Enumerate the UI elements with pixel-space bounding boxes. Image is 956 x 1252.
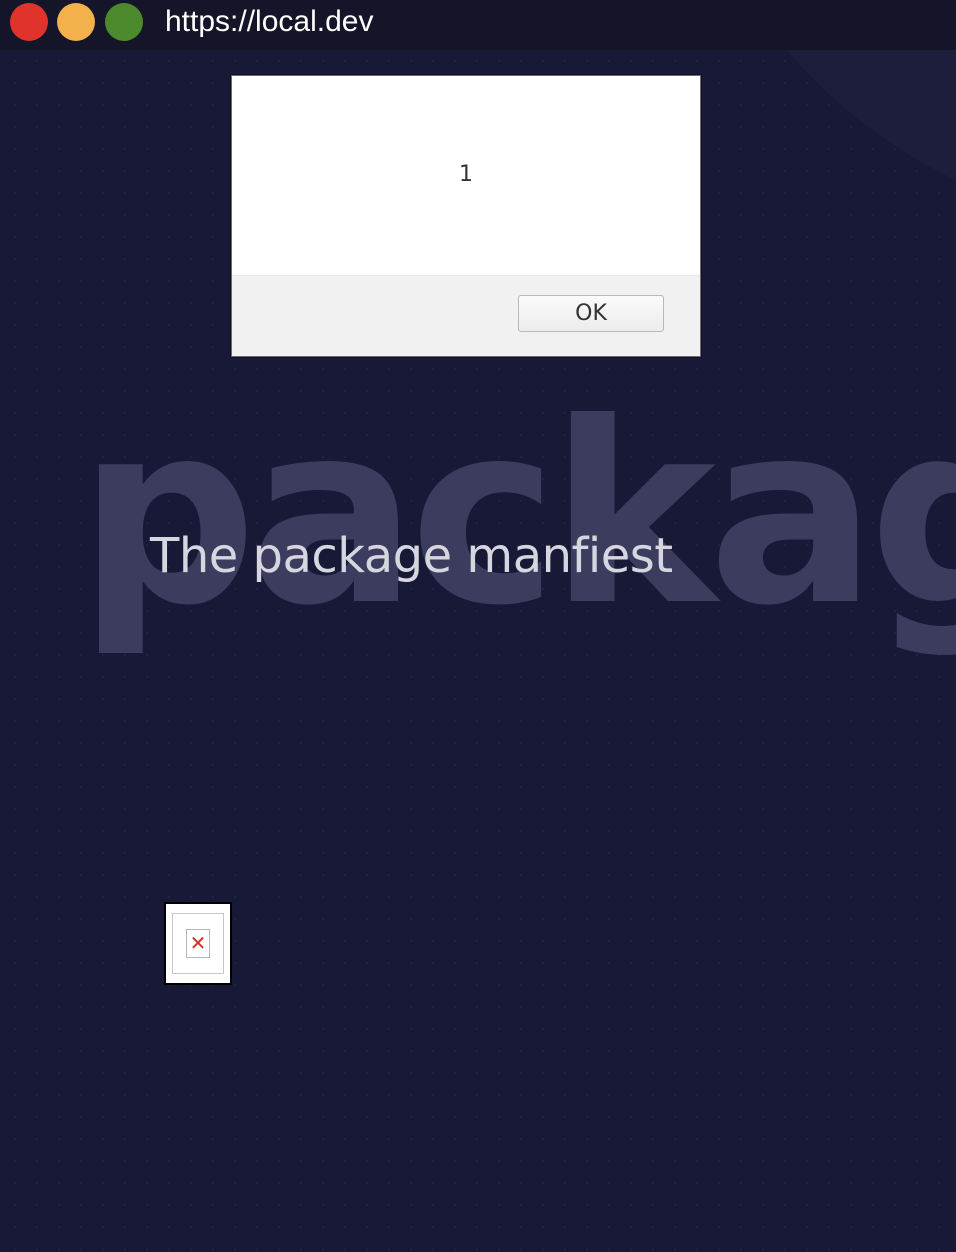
alert-message: 1 [459,162,473,187]
alert-body: 1 [232,76,700,275]
browser-window: https://local.dev package The package ma… [0,0,956,1252]
alert-footer: OK [232,275,700,356]
broken-image: ✕ [164,902,232,985]
maximize-window-button[interactable] [105,3,143,41]
ok-button[interactable]: OK [518,295,664,332]
alert-dialog: 1 OK [231,75,701,357]
minimize-window-button[interactable] [57,3,95,41]
broken-image-frame: ✕ [172,913,224,974]
browser-titlebar: https://local.dev [0,0,956,50]
hero-background-word: package [78,369,956,660]
hero-title: The package manfiest [150,528,673,584]
broken-image-icon: ✕ [186,929,210,958]
close-window-button[interactable] [10,3,48,41]
address-bar-url[interactable]: https://local.dev [165,3,373,41]
